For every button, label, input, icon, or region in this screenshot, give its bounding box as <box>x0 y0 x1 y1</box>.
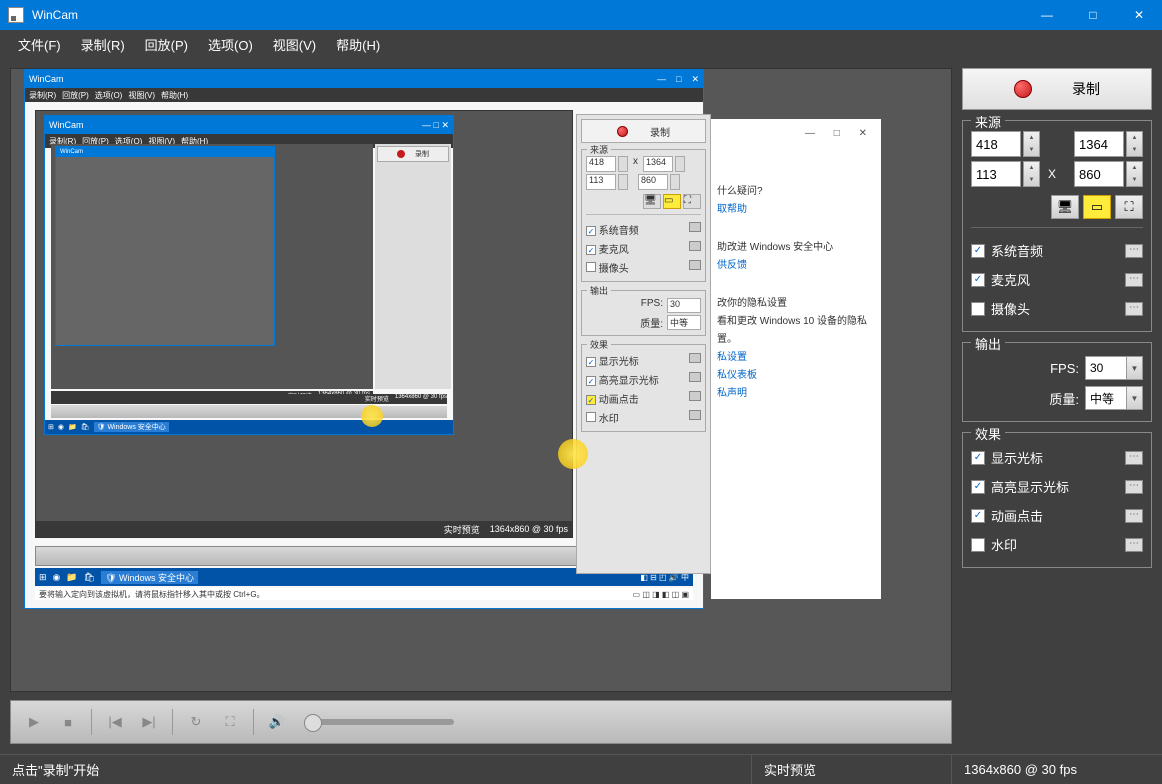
nested2-right-sidebar: 录制 <box>375 144 451 389</box>
panel-effects-legend: 效果 <box>971 424 1005 443</box>
preview-viewport[interactable]: WinCam —□✕ 录制(R)回放(P)选项(O)视图(V)帮助(H) Win… <box>10 68 952 692</box>
source-x-spinner[interactable]: ▲▼ <box>1023 131 1040 157</box>
fps-label: FPS: <box>1050 361 1079 376</box>
loop-button[interactable]: ↻ <box>181 707 211 737</box>
microphone-label: 麦克风 <box>991 270 1030 289</box>
watermark-label: 水印 <box>991 535 1017 554</box>
source-w-spinner[interactable]: ▲▼ <box>1126 131 1143 157</box>
preview-pane: WinCam —□✕ 录制(R)回放(P)选项(O)视图(V)帮助(H) Win… <box>0 58 952 754</box>
monitor-icon: 🖥 <box>1057 199 1074 215</box>
animate-click-options-button[interactable] <box>1125 509 1143 523</box>
minimize-button[interactable]: — <box>1024 0 1070 30</box>
nested-sidebar-panel: 录制 来源 418x1364 113 860 🖥▭⛶ ✓ 系统音频 ✓ 麦克风 … <box>576 114 711 574</box>
nested-vm-hint: 要将输入定向到该虚拟机，请将鼠标指针移入其中或按 Ctrl+G。 ▭ ◫ ◨ ◧… <box>35 588 693 600</box>
maximize-button[interactable]: □ <box>1070 0 1116 30</box>
fps-select[interactable]: 30▼ <box>1085 356 1143 380</box>
record-dot-icon <box>1014 80 1032 98</box>
statusbar: 点击"录制"开始 实时预览 1364x860 @ 30 fps <box>0 754 1162 784</box>
sidebar: 录制 来源 ▲▼ ▲▼ ▲▼ X ▲▼ 🖥 ▭ <box>952 58 1162 754</box>
menubar: 文件(F) 录制(R) 回放(P) 选项(O) 视图(V) 帮助(H) <box>0 30 1162 58</box>
watermark-checkbox[interactable] <box>971 538 985 552</box>
microphone-checkbox[interactable]: ✓ <box>971 273 985 287</box>
camera-checkbox[interactable] <box>971 302 985 316</box>
mode-region-button[interactable]: ⛶ <box>1115 195 1143 219</box>
record-label: 录制 <box>1072 79 1100 99</box>
menu-file[interactable]: 文件(F) <box>8 31 71 58</box>
nested-window-2: WinCam— □ ✕ 录制(R)回放(P)选项(O)视图(V)帮助(H) Wi… <box>44 115 454 435</box>
skip-start-button[interactable]: |◀ <box>100 707 130 737</box>
menu-help[interactable]: 帮助(H) <box>326 31 390 58</box>
transport-bar: ▶ ■ |◀ ▶| ↻ ⛶ 🔊 <box>10 700 952 744</box>
panel-source-legend: 来源 <box>971 112 1005 131</box>
system-audio-options-button[interactable] <box>1125 244 1143 258</box>
menu-record[interactable]: 录制(R) <box>71 31 135 58</box>
app-logo-icon <box>8 7 24 23</box>
animate-click-checkbox[interactable]: ✓ <box>971 509 985 523</box>
window-icon: ▭ <box>1091 199 1103 215</box>
chevron-down-icon: ▼ <box>1126 387 1142 409</box>
x-separator: X <box>1048 167 1056 181</box>
crop-icon: ⛶ <box>1124 199 1133 215</box>
status-preview: 实时预览 <box>752 755 952 784</box>
source-y-spinner[interactable]: ▲▼ <box>1023 161 1040 187</box>
menu-options[interactable]: 选项(O) <box>198 31 263 58</box>
source-h-input[interactable] <box>1074 161 1124 187</box>
animate-click-label: 动画点击 <box>991 506 1043 525</box>
main-area: WinCam —□✕ 录制(R)回放(P)选项(O)视图(V)帮助(H) Win… <box>0 58 1162 754</box>
camera-options-button[interactable] <box>1125 302 1143 316</box>
system-audio-checkbox[interactable]: ✓ <box>971 244 985 258</box>
mode-window-button[interactable]: ▭ <box>1083 195 1111 219</box>
play-button[interactable]: ▶ <box>19 707 49 737</box>
source-w-input[interactable] <box>1074 131 1124 157</box>
show-cursor-label: 显示光标 <box>991 448 1043 467</box>
status-resolution: 1364x860 @ 30 fps <box>952 755 1162 784</box>
source-h-spinner[interactable]: ▲▼ <box>1126 161 1143 187</box>
panel-output: 输出 FPS: 30▼ 质量: 中等▼ <box>962 342 1152 422</box>
titlebar: WinCam — □ ✕ <box>0 0 1162 30</box>
show-cursor-options-button[interactable] <box>1125 451 1143 465</box>
mode-fullscreen-button[interactable]: 🖥 <box>1051 195 1079 219</box>
quality-select[interactable]: 中等▼ <box>1085 386 1143 410</box>
close-button[interactable]: ✕ <box>1116 0 1162 30</box>
volume-icon[interactable]: 🔊 <box>262 707 292 737</box>
menu-playback[interactable]: 回放(P) <box>135 31 198 58</box>
panel-effects: 效果 ✓显示光标 ✓高亮显示光标 ✓动画点击 水印 <box>962 432 1152 568</box>
source-x-input[interactable] <box>971 131 1021 157</box>
microphone-options-button[interactable] <box>1125 273 1143 287</box>
volume-slider[interactable] <box>304 719 454 725</box>
nested-winsec-panel: — □ ✕ 什么疑问? 取帮助 助改进 Windows 安全中心 供反馈 改你的… <box>711 119 881 599</box>
highlight-cursor-options-button[interactable] <box>1125 480 1143 494</box>
watermark-options-button[interactable] <box>1125 538 1143 552</box>
highlight-cursor-label: 高亮显示光标 <box>991 477 1069 496</box>
nested-menubar: 录制(R)回放(P)选项(O)视图(V)帮助(H) <box>25 88 703 102</box>
nested-titlebar: WinCam —□✕ <box>25 70 703 88</box>
fullscreen-button[interactable]: ⛶ <box>215 707 245 737</box>
skip-end-button[interactable]: ▶| <box>134 707 164 737</box>
show-cursor-checkbox[interactable]: ✓ <box>971 451 985 465</box>
highlight-cursor-checkbox[interactable]: ✓ <box>971 480 985 494</box>
menu-view[interactable]: 视图(V) <box>263 31 326 58</box>
chevron-down-icon: ▼ <box>1126 357 1142 379</box>
camera-label: 摄像头 <box>991 299 1030 318</box>
nested-preview: WinCam— □ ✕ 录制(R)回放(P)选项(O)视图(V)帮助(H) Wi… <box>35 110 573 538</box>
source-y-input[interactable] <box>971 161 1021 187</box>
quality-label: 质量: <box>1049 389 1079 408</box>
stop-button[interactable]: ■ <box>53 707 83 737</box>
system-audio-label: 系统音频 <box>991 241 1043 260</box>
panel-source: 来源 ▲▼ ▲▼ ▲▼ X ▲▼ 🖥 ▭ ⛶ <box>962 120 1152 332</box>
status-hint: 点击"录制"开始 <box>0 755 752 784</box>
panel-output-legend: 输出 <box>971 334 1005 353</box>
record-button[interactable]: 录制 <box>962 68 1152 110</box>
window-title: WinCam <box>32 8 1024 22</box>
